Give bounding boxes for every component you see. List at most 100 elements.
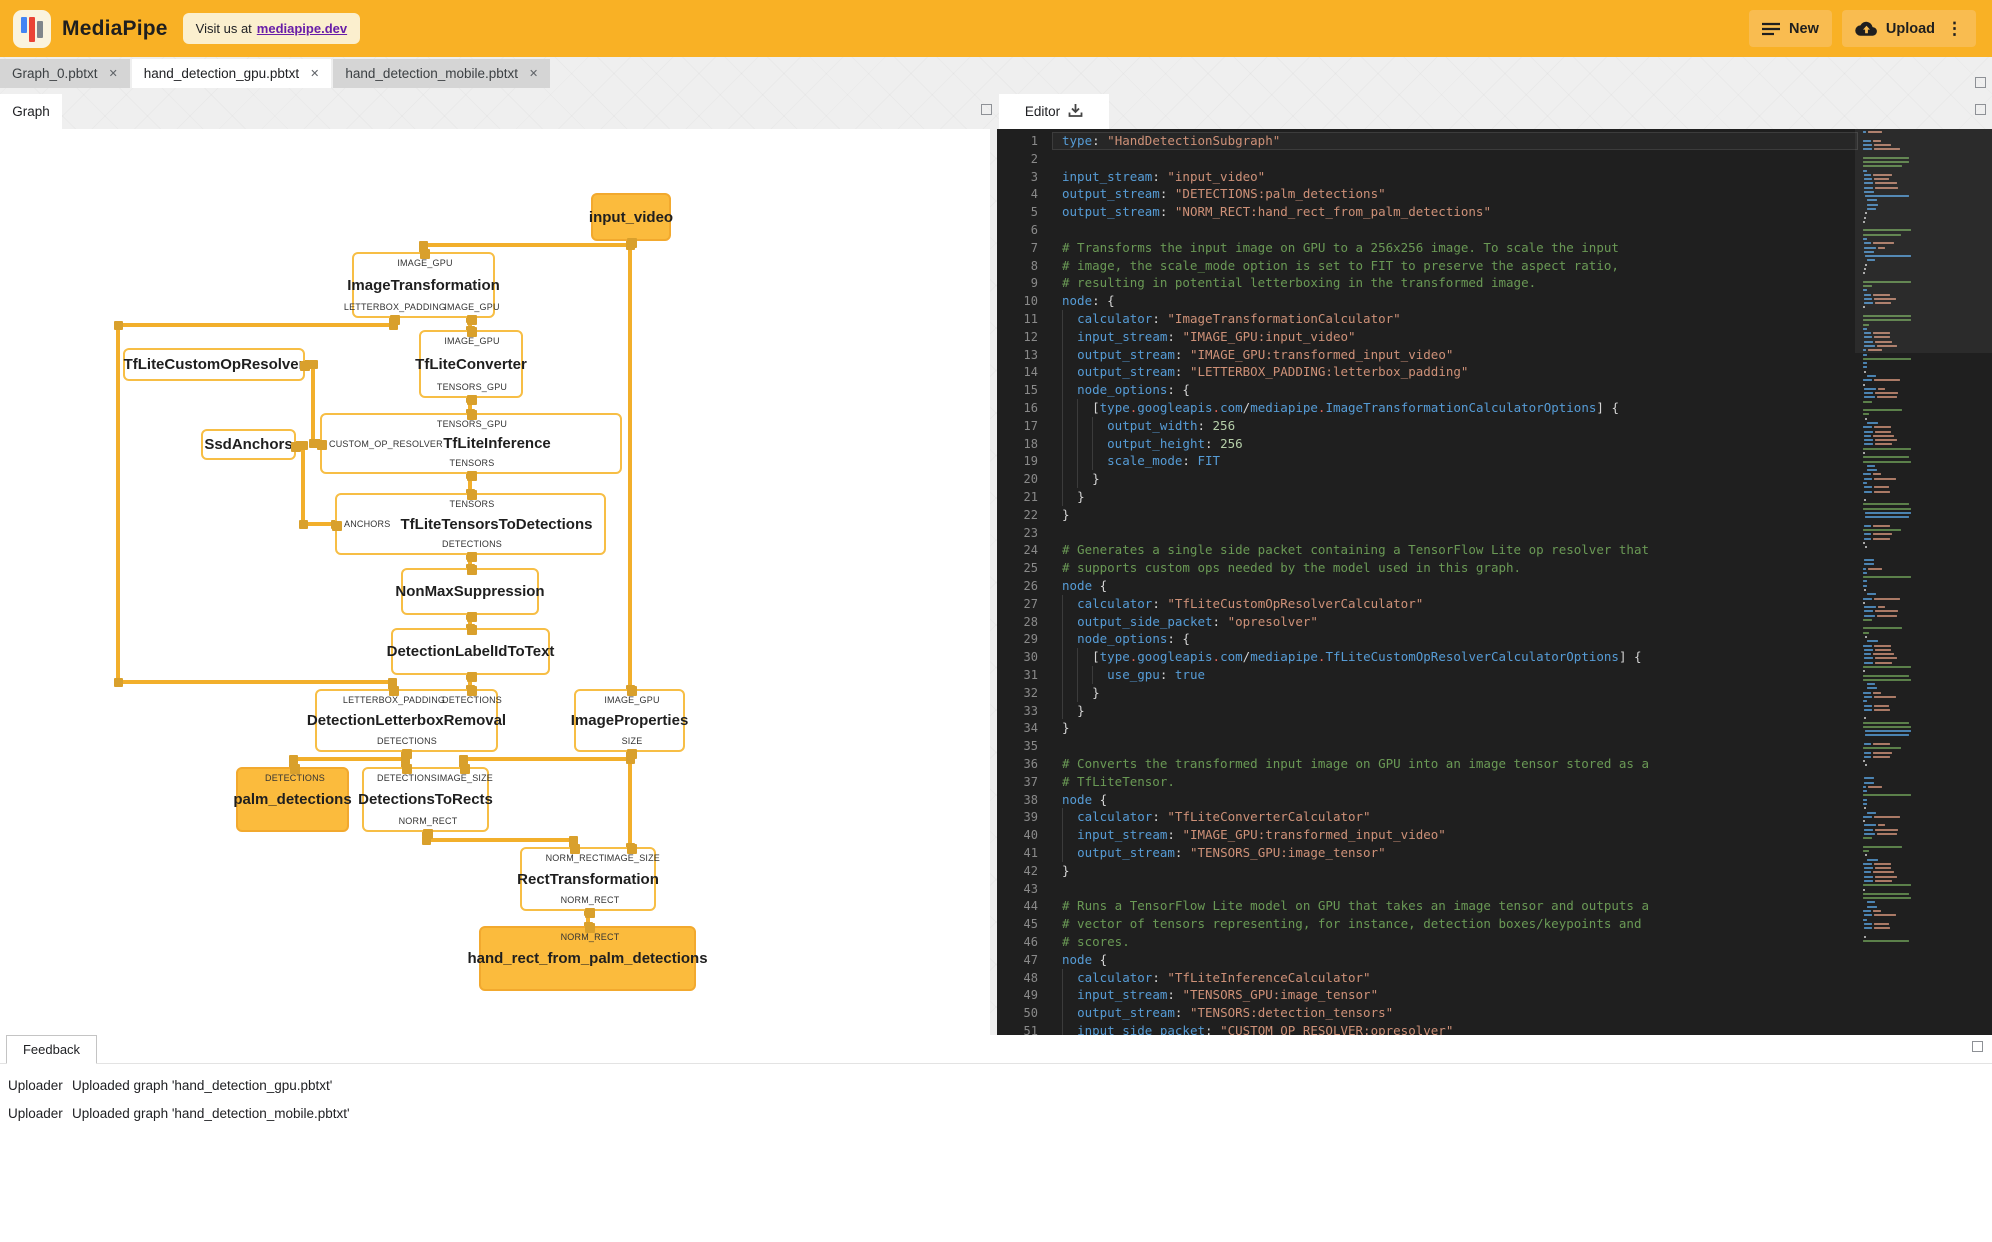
- minimap-line: [1864, 807, 1867, 810]
- code-editor[interactable]: 1 type: "HandDetectionSubgraph" 2 3 input_st…: [997, 129, 1992, 1035]
- code-line: 23: [1023, 525, 1038, 540]
- feedback-divider: [0, 1063, 1992, 1064]
- graph-node-DetectionsToRects[interactable]: DetectionsToRects DETECTIONS IMAGE_SIZE NOR…: [358, 764, 493, 839]
- download-icon[interactable]: [1068, 103, 1083, 121]
- port-icon: [390, 315, 400, 325]
- graph-node-ImageTransformation[interactable]: ImageTransformation IMAGE_GPU LETTERBOX_PA…: [344, 249, 500, 325]
- minimap-line: [1863, 597, 1900, 600]
- port-icon: [467, 612, 477, 622]
- file-tab-hand_detection_gpu.pbtxt[interactable]: hand_detection_gpu.pbtxt ✕: [131, 59, 332, 88]
- close-icon[interactable]: ✕: [109, 67, 118, 80]
- graph-edge: [118, 680, 392, 684]
- graph-edge: [628, 752, 632, 847]
- port-label: IMAGE_GPU: [444, 336, 500, 346]
- graph-node-SsdAnchors[interactable]: SsdAnchors: [201, 429, 301, 460]
- minimap-line: [1863, 897, 1911, 900]
- minimap-line: [1863, 888, 1865, 891]
- minimap-line: [1866, 593, 1877, 596]
- code-line: 45 # vector of tensors representing, for …: [1023, 916, 1642, 932]
- code-line: 43: [1023, 881, 1038, 896]
- port-label: DETECTIONS: [376, 736, 438, 746]
- code-line: 42}: [1023, 862, 1070, 878]
- graph-node-palm_detections[interactable]: palm_detections DETECTIONS: [233, 764, 352, 832]
- graph-edge: [118, 323, 393, 327]
- close-icon[interactable]: ✕: [310, 67, 319, 80]
- minimap-line: [1863, 644, 1892, 647]
- code-line: 44 # Runs a TensorFlow Lite model on GPU …: [1023, 898, 1649, 914]
- minimap-line: [1866, 683, 1875, 686]
- graph-node-NonMaxSuppression[interactable]: NonMaxSuppression: [395, 565, 545, 622]
- expand-tabs-icon[interactable]: [1975, 77, 1986, 88]
- tab-editor[interactable]: Editor: [999, 94, 1109, 129]
- code-line: 37 # TfLiteTensor.: [1023, 773, 1175, 789]
- graph-node-ImageProperties[interactable]: ImageProperties IMAGE_GPU SIZE: [571, 686, 688, 759]
- port-label: LETTERBOX_PADDING: [343, 302, 447, 312]
- close-icon[interactable]: ✕: [529, 67, 538, 80]
- minimap-line: [1863, 918, 1867, 921]
- minimap-line: [1866, 640, 1878, 643]
- graph-edge: [293, 757, 405, 761]
- editor-tab-label: Editor: [1024, 104, 1061, 119]
- indent-guide: [1077, 666, 1078, 684]
- minimap-line: [1864, 533, 1893, 536]
- code-line: 32 }: [1023, 683, 1100, 702]
- graph-node-TfLiteConverter[interactable]: TfLiteConverter IMAGE_GPU TENSORS_GPU: [415, 327, 527, 405]
- minimap-line: [1864, 588, 1867, 591]
- minimap-line: [1863, 862, 1892, 865]
- expand-graph-icon[interactable]: [981, 104, 992, 115]
- indent-guide: [1077, 470, 1078, 488]
- port-label: ANCHORS: [344, 519, 391, 529]
- file-tab-hand_detection_mobile.pbtxt[interactable]: hand_detection_mobile.pbtxt ✕: [333, 59, 551, 88]
- graph-node-TfLiteInference[interactable]: TfLiteInference TENSORS_GPU TENSORS CUSTOM_…: [317, 410, 622, 481]
- graph-node-RectTransformation[interactable]: RectTransformation NORM_RECT IMAGE_SIZE NOR…: [517, 844, 660, 918]
- minimap-line: [1864, 486, 1889, 489]
- graph-node-DetectionLabelIdToText[interactable]: DetectionLabelIdToText: [387, 625, 554, 682]
- minimap-line: [1863, 670, 1865, 673]
- feedback-rows: Uploader Uploaded graph 'hand_detection_g…: [0, 1071, 1992, 1127]
- minimap-line: [1863, 400, 1873, 403]
- minimap-line: [1865, 764, 1868, 767]
- minimap-line: [1863, 892, 1909, 895]
- code-line: 24 # Generates a single side packet conta…: [1023, 542, 1649, 558]
- indent-guide: [1062, 381, 1063, 399]
- code-line: 22}: [1023, 506, 1070, 522]
- graph-node-input_video[interactable]: input_video: [589, 193, 673, 248]
- port-label: NORM_RECT: [560, 895, 620, 905]
- code-line: 27 calculator: "TfLiteCustomOpResolverCa…: [1023, 594, 1424, 613]
- code-line: 12 input_stream: "IMAGE_GPU:input_video": [1023, 327, 1356, 346]
- upload-more-icon[interactable]: ⋮: [1946, 20, 1963, 37]
- minimap-line: [1865, 854, 1868, 857]
- indent-guide: [1062, 808, 1063, 827]
- minimap-viewport[interactable]: [1855, 129, 1992, 353]
- minimap-line: [1864, 922, 1889, 925]
- expand-feedback-icon[interactable]: [1972, 1041, 1983, 1052]
- tab-graph[interactable]: Graph: [0, 94, 62, 129]
- minimap-line: [1863, 691, 1882, 694]
- port-label: DETECTIONS: [376, 773, 438, 783]
- tab-feedback[interactable]: Feedback: [6, 1035, 97, 1064]
- upload-button[interactable]: Upload ⋮: [1841, 10, 1976, 47]
- minimap-line: [1863, 627, 1903, 630]
- port-label: TENSORS: [449, 499, 495, 509]
- graph-node-DetectionLetterboxRemoval[interactable]: DetectionLetterboxRemoval LETTERBOX_PADDI…: [307, 686, 506, 759]
- minimap-line: [1863, 452, 1865, 454]
- code-line: 50 output_stream: "TENSORS:detection_ten…: [1023, 1004, 1394, 1022]
- graph-node-TfLiteTensorsToDetections[interactable]: TfLiteTensorsToDetections TENSORS DETECTIO…: [332, 490, 606, 562]
- minimap-line: [1864, 695, 1896, 698]
- new-button-label: New: [1789, 20, 1819, 37]
- graph-node-TfLiteCustomOpResolver[interactable]: TfLiteCustomOpResolver: [123, 348, 310, 381]
- code-line: 8 # image, the scale_mode option is set t…: [1030, 257, 1619, 273]
- graph-node-hand_rect_from_palm_detections[interactable]: hand_rect_from_palm_detections NORM_RECT: [467, 923, 708, 991]
- indent-guide: [1062, 416, 1063, 435]
- indent-guide: [1092, 666, 1093, 684]
- code-line: 47 node {: [1023, 951, 1108, 967]
- feedback-panel: Feedback Uploader Uploaded graph 'hand_de…: [0, 1035, 1992, 1242]
- indent-guide: [1062, 434, 1063, 453]
- mediapipe-link[interactable]: mediapipe.dev: [257, 21, 347, 36]
- file-tab-label: Graph_0.pbtxt: [12, 66, 98, 81]
- port-label: IMAGE_SIZE: [436, 773, 494, 783]
- new-button[interactable]: New: [1749, 10, 1832, 47]
- minimap-line: [1863, 409, 1903, 412]
- file-tab-Graph_0.pbtxt[interactable]: Graph_0.pbtxt ✕: [0, 59, 130, 88]
- expand-editor-icon[interactable]: [1975, 104, 1986, 115]
